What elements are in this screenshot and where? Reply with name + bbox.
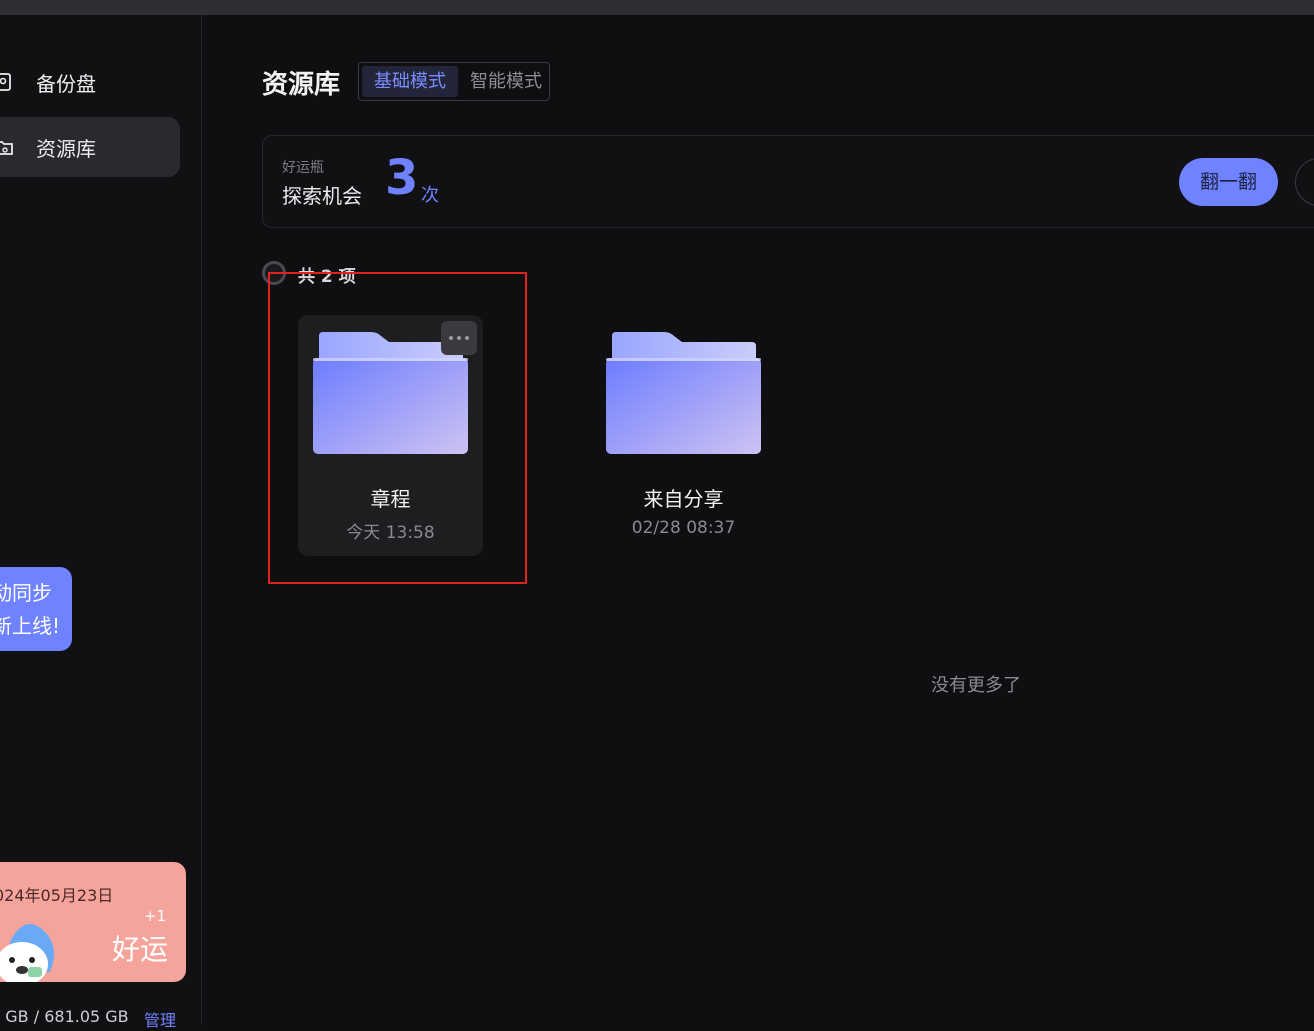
mode-switch: 基础模式 智能模式 bbox=[358, 62, 550, 101]
window-top-bar bbox=[0, 0, 1314, 15]
folder-icon bbox=[606, 332, 761, 454]
luck-bottle-label: 好运瓶 bbox=[282, 160, 324, 176]
folder-item[interactable]: 来自分享 02/28 08:37 bbox=[591, 315, 776, 556]
sidebar-item-label: 资源库 bbox=[36, 136, 96, 161]
promo-line-1: 动同步 bbox=[0, 581, 52, 605]
luck-bottle-banner: 好运瓶 探索机会 3 次 翻一翻 bbox=[262, 135, 1314, 228]
sidebar-item-backup[interactable]: 备份盘 bbox=[0, 52, 180, 112]
backup-disk-icon bbox=[0, 73, 11, 91]
chance-count: 3 bbox=[385, 150, 419, 206]
flip-button[interactable]: 翻一翻 bbox=[1179, 158, 1278, 206]
folder-date: 02/28 08:37 bbox=[631, 518, 736, 538]
select-all-checkbox[interactable] bbox=[262, 261, 286, 285]
smart-mode-tab[interactable]: 智能模式 bbox=[458, 66, 554, 97]
mascot-icon bbox=[0, 924, 54, 982]
luck-word: 好运 bbox=[111, 933, 168, 966]
basic-mode-tab[interactable]: 基础模式 bbox=[362, 66, 458, 97]
sidebar: 备份盘 资源库 动同步 新上线! 024年05月23日 +1 好运 2 GB /… bbox=[0, 15, 202, 1030]
folder-name: 来自分享 bbox=[643, 487, 724, 511]
manage-storage-link[interactable]: 管理 bbox=[144, 1007, 176, 1031]
folder-name: 章程 bbox=[370, 487, 411, 511]
more-options-button[interactable] bbox=[441, 321, 477, 355]
chance-unit: 次 bbox=[421, 185, 439, 206]
promo-line-2: 新上线! bbox=[0, 614, 61, 638]
secondary-banner-button[interactable] bbox=[1295, 158, 1314, 206]
page-title: 资源库 bbox=[262, 70, 341, 100]
folder-date: 今天 13:58 bbox=[346, 523, 435, 543]
no-more-items: 没有更多了 bbox=[931, 675, 1021, 696]
luck-date: 024年05月23日 bbox=[0, 886, 114, 905]
sync-promo-bubble[interactable]: 动同步 新上线! bbox=[0, 567, 72, 651]
sidebar-item-resource-library[interactable]: 资源库 bbox=[0, 117, 180, 177]
folder-item[interactable]: 章程 今天 13:58 bbox=[298, 315, 483, 556]
explore-chance-label: 探索机会 bbox=[282, 184, 362, 208]
resource-library-icon bbox=[0, 141, 13, 155]
item-count: 共 2 项 bbox=[298, 267, 356, 287]
luck-plus: +1 bbox=[143, 907, 166, 925]
storage-usage: 2 GB / 681.05 GB bbox=[0, 1007, 129, 1026]
daily-luck-card[interactable]: 024年05月23日 +1 好运 bbox=[0, 862, 186, 982]
sidebar-item-label: 备份盘 bbox=[36, 71, 96, 96]
